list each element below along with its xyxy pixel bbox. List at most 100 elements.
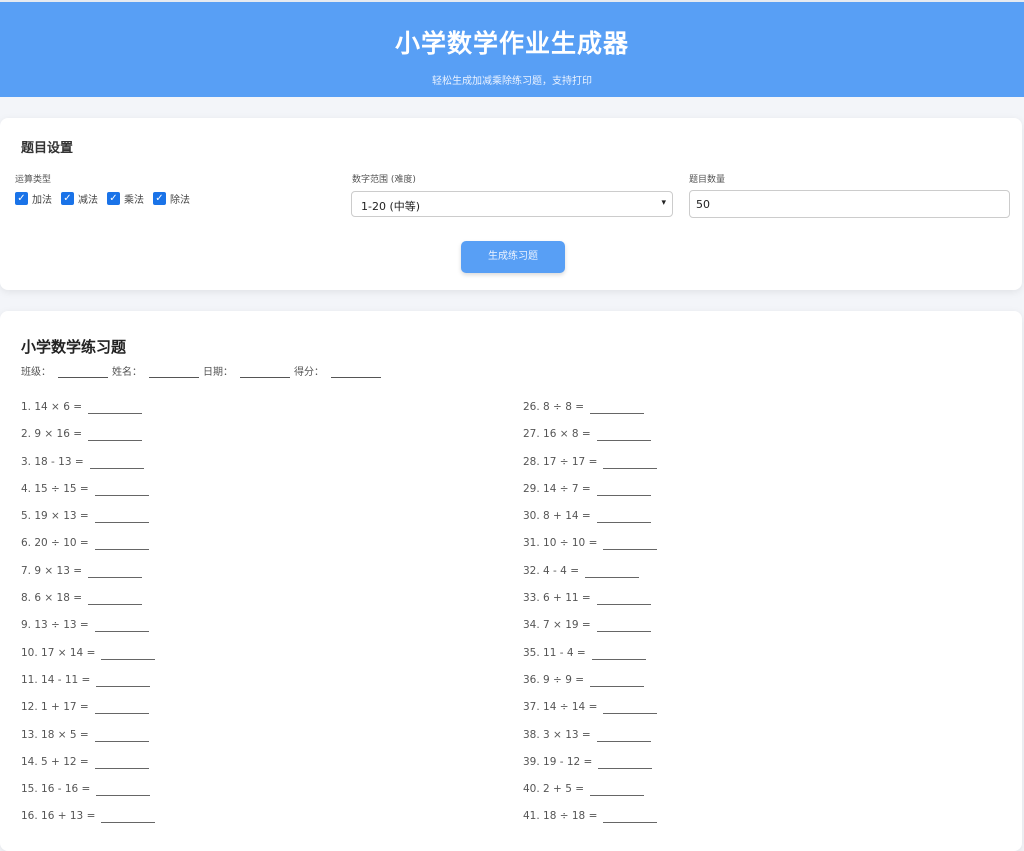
problem-item: 30. 8 + 14 =: [523, 510, 1003, 537]
answer-blank[interactable]: [96, 674, 151, 687]
answer-blank[interactable]: [94, 510, 149, 524]
problem-item: 6. 20 ÷ 10 =: [21, 537, 501, 564]
answer-blank[interactable]: [596, 729, 651, 742]
worksheet-title: 小学数学练习题: [21, 338, 127, 356]
answer-blank[interactable]: [101, 647, 156, 660]
answer-blank[interactable]: [596, 483, 651, 496]
answer-blank[interactable]: [88, 401, 143, 414]
answer-blank[interactable]: [598, 756, 653, 769]
problem-item: 40. 2 + 5 =: [523, 783, 1003, 810]
answer-blank[interactable]: [94, 729, 149, 742]
problem-item: 11. 14 - 11 =: [21, 674, 501, 701]
problem-item: 5. 19 × 13 =: [21, 510, 501, 537]
answer-blank[interactable]: [94, 483, 149, 496]
answer-blank[interactable]: [590, 674, 645, 687]
answer-blank[interactable]: [603, 701, 658, 715]
answer-blank[interactable]: [585, 565, 639, 578]
problem-text: 6. 20 ÷ 10 =: [21, 537, 89, 550]
checkbox[interactable]: ✓: [153, 192, 166, 205]
answer-blank[interactable]: [590, 783, 645, 797]
checkbox[interactable]: ✓: [15, 192, 28, 205]
problem-text: 1. 14 × 6 =: [21, 401, 83, 413]
problem-text: 33. 6 + 11 =: [523, 592, 591, 605]
checkbox-label: 减法: [78, 195, 98, 206]
problem-text: 3. 18 - 13 =: [21, 455, 84, 468]
answer-blank[interactable]: [596, 428, 651, 442]
operation-checkbox-item[interactable]: ✓ 除法: [153, 191, 190, 206]
problem-item: 28. 17 ÷ 17 =: [523, 456, 1003, 483]
answer-blank[interactable]: [101, 810, 156, 824]
operation-checkboxes: ✓ 加法 ✓ 减法 ✓ 乘法 ✓ 除法: [15, 191, 190, 206]
problem-text: 10. 17 × 14 =: [21, 646, 96, 659]
operation-checkbox-item[interactable]: ✓ 乘法: [107, 191, 144, 206]
problem-text: 29. 14 ÷ 7 =: [523, 482, 591, 495]
problem-item: 37. 14 ÷ 14 =: [523, 701, 1003, 728]
problem-text: 27. 16 × 8 =: [523, 428, 591, 441]
answer-blank[interactable]: [591, 647, 646, 660]
answer-blank[interactable]: [88, 565, 143, 578]
generate-button[interactable]: 生成练习题: [461, 241, 565, 273]
problem-text: 26. 8 ÷ 8 =: [523, 401, 585, 413]
problem-item: 38. 3 × 13 =: [523, 729, 1003, 756]
answer-blank[interactable]: [89, 456, 144, 469]
problem-text: 38. 3 × 13 =: [523, 728, 591, 741]
problem-text: 31. 10 ÷ 10 =: [523, 537, 598, 550]
answer-blank[interactable]: [96, 783, 151, 797]
worksheet: 小学数学练习题 班级： 姓名： 日期： 得分： 1. 14 × 6 = 2. 9 × 1…: [0, 311, 1022, 851]
checkbox[interactable]: ✓: [61, 192, 74, 205]
settings-title: 题目设置: [21, 141, 74, 156]
problem-item: 34. 7 × 19 =: [523, 619, 1003, 646]
problem-item: 4. 15 ÷ 15 =: [21, 483, 501, 510]
problem-item: 26. 8 ÷ 8 =: [523, 401, 1003, 428]
problem-item: 13. 18 × 5 =: [21, 729, 501, 756]
problem-item: 12. 1 + 17 =: [21, 701, 501, 728]
operation-checkbox-item[interactable]: ✓ 加法: [15, 191, 52, 206]
checkbox[interactable]: ✓: [107, 192, 120, 205]
operation-type-label: 运算类型: [15, 175, 52, 185]
answer-blank[interactable]: [94, 701, 149, 715]
app-subtitle: 轻松生成加减乘除练习题，支持打印: [432, 76, 592, 87]
count-input[interactable]: 50: [689, 190, 1010, 218]
problem-item: 14. 5 + 12 =: [21, 756, 501, 783]
problem-text: 41. 18 ÷ 18 =: [523, 810, 598, 823]
problem-text: 2. 9 × 16 =: [21, 428, 83, 441]
answer-blank[interactable]: [596, 510, 651, 524]
problem-text: 9. 13 ÷ 13 =: [21, 619, 89, 632]
range-label: 数字范围 (难度): [352, 175, 416, 185]
answer-blank[interactable]: [596, 592, 651, 606]
info-field-blank[interactable]: [331, 367, 381, 378]
problem-text: 39. 19 - 12 =: [523, 755, 593, 768]
problem-item: 33. 6 + 11 =: [523, 592, 1003, 619]
answer-blank[interactable]: [94, 619, 149, 633]
answer-blank[interactable]: [603, 537, 658, 551]
info-field-blank[interactable]: [58, 367, 108, 378]
answer-blank[interactable]: [94, 756, 149, 769]
answer-blank[interactable]: [603, 456, 658, 469]
answer-blank[interactable]: [94, 537, 149, 551]
problem-item: 39. 19 - 12 =: [523, 756, 1003, 783]
problems-left-column: 1. 14 × 6 = 2. 9 × 16 = 3. 18 - 13 = 4. 15 …: [21, 401, 501, 838]
problem-item: 29. 14 ÷ 7 =: [523, 483, 1003, 510]
answer-blank[interactable]: [590, 401, 645, 414]
problem-text: 30. 8 + 14 =: [523, 510, 591, 523]
problem-text: 40. 2 + 5 =: [523, 783, 585, 796]
range-value: 1-20 (中等): [361, 200, 421, 213]
answer-blank[interactable]: [603, 810, 658, 824]
problem-item: 8. 6 × 18 =: [21, 592, 501, 619]
info-field-label: 班级：: [21, 367, 51, 378]
answer-blank[interactable]: [88, 592, 143, 606]
app-title: 小学数学作业生成器: [394, 29, 629, 58]
problem-text: 11. 14 - 11 =: [21, 673, 91, 686]
problem-text: 34. 7 × 19 =: [523, 619, 591, 632]
problem-item: 7. 9 × 13 =: [21, 565, 501, 592]
operation-checkbox-item[interactable]: ✓ 减法: [61, 191, 98, 206]
count-label: 题目数量: [689, 175, 726, 185]
range-select[interactable]: 1-20 (中等) ▾: [351, 191, 673, 217]
answer-blank[interactable]: [596, 619, 651, 633]
problem-text: 14. 5 + 12 =: [21, 755, 89, 768]
answer-blank[interactable]: [88, 428, 143, 442]
problem-text: 28. 17 ÷ 17 =: [523, 455, 598, 468]
info-field-blank[interactable]: [149, 367, 199, 378]
info-field-blank[interactable]: [240, 367, 290, 378]
checkbox-label: 乘法: [124, 195, 144, 206]
